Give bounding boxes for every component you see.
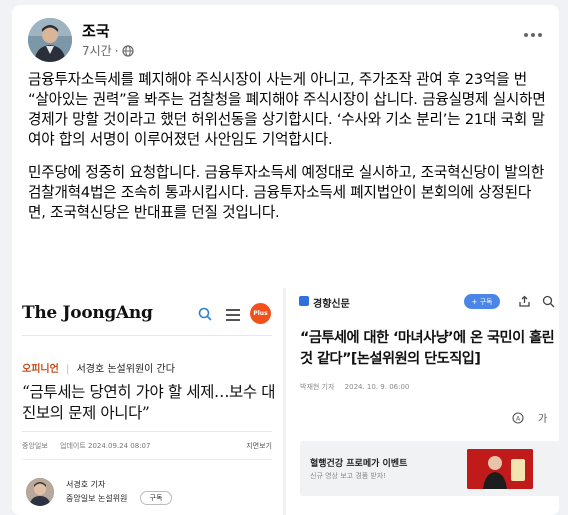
post-paragraph-2: 민주당에 정중히 요청합니다. 금융투자소득세 예정대로 실시하고, 조국혁신당… [28,164,545,221]
opinion-separator: | [66,364,70,375]
post-header: 조국 7시간 · [12,5,559,65]
ad-subtitle: 신규 영상 보고 경품 받자! [310,472,387,480]
svg-text:A: A [516,415,521,422]
layout-view-label: 지면보기 [246,442,272,450]
listen-icon: A [512,411,524,424]
ad-image [467,449,533,489]
post-paragraph-1: 금융투자소득세를 폐지해야 주식시장이 사는게 아니고, 주가조작 관여 후 2… [28,71,546,148]
divider [22,335,272,336]
article-tools: A 가 [512,410,547,425]
author-avatar[interactable] [28,18,72,62]
divider [22,459,272,460]
font-size-icon: 가 [538,414,548,425]
globe-icon [121,44,134,57]
kyunghyang-date: 2024. 10. 9. 06:00 [344,383,410,391]
kyunghyang-meta: 박재현 기자 2024. 10. 9. 06:00 [300,382,409,392]
kyunghyang-reporter: 박재현 기자 [300,383,335,391]
joongang-source: 중앙일보 [22,442,48,450]
post-time[interactable]: 7시간 [82,42,112,59]
post-meta: 7시간 · [82,42,134,59]
kyunghyang-headline: “금투세에 대한 ‘마녀사냥’에 온 국민이 홀린 것 같다”[논설위원의 단도… [300,330,555,367]
kyunghyang-article-image[interactable]: 경향신문 + 구독 “금투세에 대한 ‘마녀사냥’에 온 국민이 홀린 것 같다… [286,288,559,515]
post-card: 조국 7시간 · 금융투자소득세를 폐지해야 주식시장이 사는게 아니고, 주가… [12,5,559,515]
share-icon [519,295,530,307]
joongang-article-image[interactable]: The JoongAng Plus 오피니언 | 서경호 논설위원이 간다 “금… [12,288,283,515]
kyunghyang-logo-mark [299,296,309,306]
more-options-icon[interactable] [523,31,543,39]
author-name[interactable]: 조국 [82,20,110,41]
opinion-label: 오피니언 | 서경호 논설위원이 간다 [22,360,175,375]
divider [22,431,272,432]
joongang-meta: 중앙일보 업데이트 2024.09.24 08:07 지면보기 [22,441,272,451]
ad-banner: 혈행건강 프로메가 이벤트 신규 영상 보고 경품 받자! [300,441,559,496]
joongang-updated: 업데이트 2024.09.24 08:07 [60,442,151,450]
column-name: 서경호 논설위원이 간다 [76,364,175,375]
joongang-headline: “금투세는 당연히 가야 할 세제…보수 대 진보의 문제 아니다” [22,383,276,422]
plus-badge: Plus [250,303,271,324]
post-text: 금융투자소득세를 폐지해야 주식시장이 사는게 아니고, 주가조작 관여 후 2… [28,70,548,236]
search-icon [542,295,555,308]
meta-separator: · [114,43,119,58]
joongang-logo: The JoongAng [22,303,153,323]
reporter-role: 중앙일보 논설위원 [66,494,128,503]
menu-icon [226,309,240,321]
subscribe-button: + 구독 [464,294,500,309]
opinion-tag: 오피니언 [22,364,59,375]
reporter-avatar [26,478,54,506]
ad-title: 혈행건강 프로메가 이벤트 [310,459,408,469]
kyunghyang-logo: 경향신문 [313,299,350,310]
subscribe-button: 구독 [140,491,172,505]
avatar-photo [28,18,72,62]
search-icon [198,307,212,321]
reporter-name: 서경호 기자 [66,480,106,489]
